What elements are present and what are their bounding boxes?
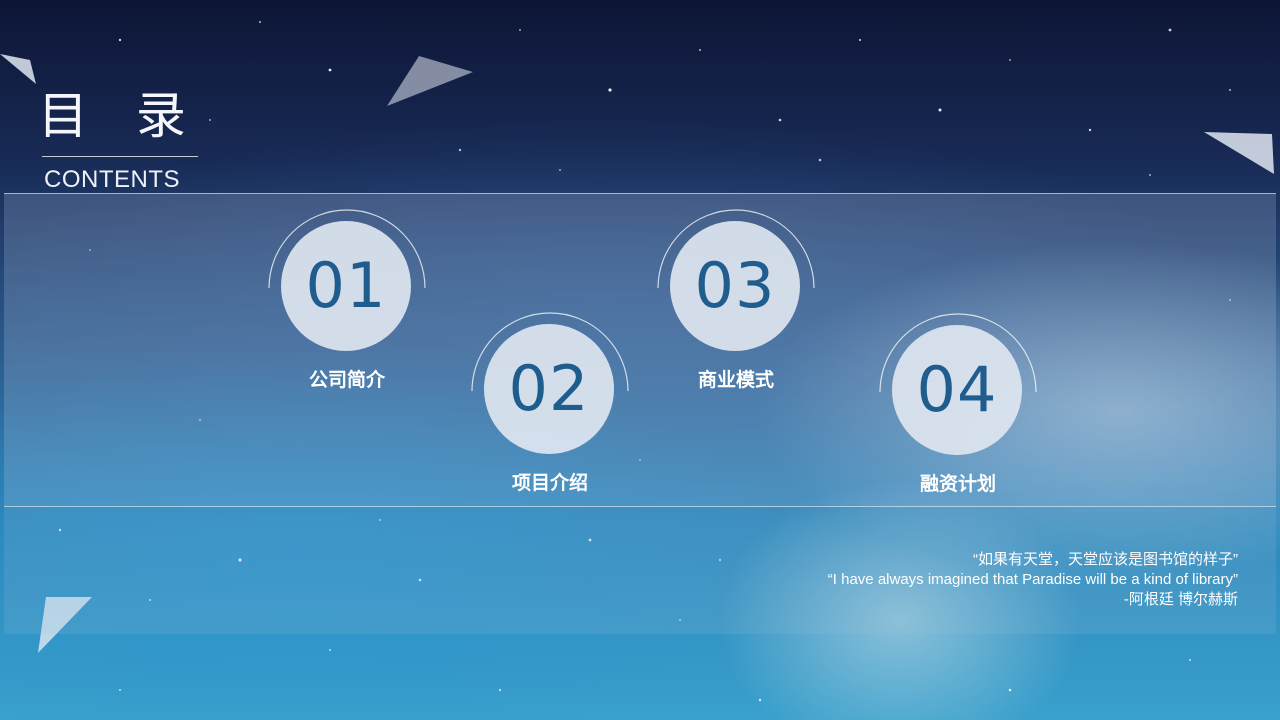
quote-author: -阿根廷 博尔赫斯 [1123,591,1238,608]
toc-item-04[interactable]: 04 融资计划 [878,312,1038,512]
decorative-shard-top-left [0,54,36,84]
toc-item-02[interactable]: 02 项目介绍 [470,311,630,511]
toc-number: 02 [508,352,590,425]
decorative-shard-top-right [1204,132,1274,174]
number-circle: 04 [892,325,1022,455]
page-subtitle: CONTENTS [44,166,180,193]
toc-label: 商业模式 [697,369,774,391]
quote-chinese: “如果有天堂，天堂应该是图书馆的样子” [973,551,1238,568]
toc-label: 融资计划 [919,473,996,495]
quote-block: “如果有天堂，天堂应该是图书馆的样子” “I have always imagi… [828,550,1238,610]
title-divider [42,156,198,157]
decorative-shard-top-center [387,56,473,106]
toc-label: 公司简介 [308,369,385,391]
toc-number: 04 [916,353,998,426]
toc-item-01[interactable]: 01 公司简介 [267,208,427,408]
page-title: 目 录 [38,87,202,145]
number-circle: 03 [670,221,800,351]
quote-english: “I have always imagined that Paradise wi… [827,571,1238,588]
toc-label: 项目介绍 [511,472,588,494]
toc-number: 03 [694,249,776,322]
toc-number: 01 [305,249,387,322]
contents-band [4,193,1276,507]
number-circle: 01 [281,221,411,351]
number-circle: 02 [484,324,614,454]
toc-item-03[interactable]: 03 商业模式 [656,208,816,408]
